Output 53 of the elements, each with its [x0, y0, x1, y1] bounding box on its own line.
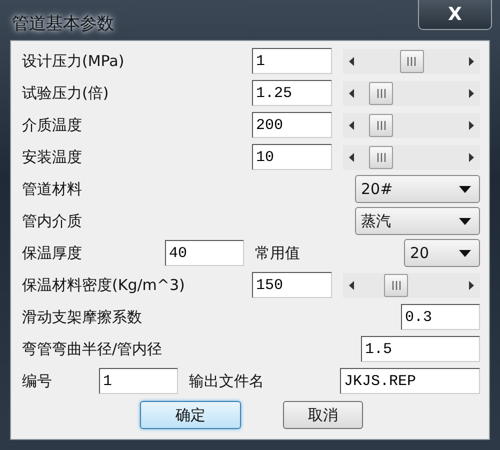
text-field[interactable]: 1 [99, 368, 178, 394]
scroll-left-icon[interactable] [349, 152, 354, 162]
field-label: 管内介质 [22, 210, 82, 232]
text-field[interactable]: 1.25 [252, 80, 332, 106]
scroll-left-icon[interactable] [349, 120, 354, 130]
scrollbar[interactable] [343, 272, 480, 298]
text-field[interactable]: 1 [252, 48, 332, 74]
field-label: 试验压力(倍) [22, 82, 109, 104]
field-label: 滑动支架摩擦系数 [22, 306, 142, 328]
slider-thumb[interactable] [400, 50, 424, 72]
text-field[interactable]: 1.5 [361, 336, 480, 362]
scroll-left-icon[interactable] [349, 56, 354, 66]
field-label: 管道材料 [22, 178, 82, 200]
text-field[interactable]: JKJS.REP [340, 368, 480, 394]
text-field[interactable]: 200 [252, 112, 332, 138]
field-label: 介质温度 [22, 114, 82, 136]
scroll-left-icon[interactable] [349, 88, 354, 98]
field-label: 安装温度 [22, 146, 82, 168]
close-button[interactable]: X [418, 0, 492, 30]
dropdown[interactable]: 20 [404, 239, 480, 267]
slider-thumb[interactable] [369, 114, 394, 136]
window-title: 管道基本参数 [11, 13, 114, 36]
slider-thumb[interactable] [384, 274, 408, 296]
dropdown-arrow-icon [459, 186, 471, 192]
scroll-left-icon[interactable] [349, 280, 354, 290]
scrollbar[interactable] [343, 48, 480, 74]
field-label: 保温厚度 [22, 242, 82, 264]
field-label: 常用值 [255, 242, 300, 264]
field-label: 弯管弯曲半径/管内径 [22, 338, 162, 360]
scroll-right-icon[interactable] [469, 280, 474, 290]
field-label: 保温材料密度(Kg/m^3) [22, 274, 185, 296]
scrollbar[interactable] [343, 80, 480, 106]
text-field[interactable]: 150 [252, 272, 332, 298]
dropdown[interactable]: 蒸汽 [355, 207, 480, 235]
scrollbar[interactable] [343, 112, 480, 138]
scroll-right-icon[interactable] [469, 120, 474, 130]
slider-thumb[interactable] [369, 82, 394, 104]
field-label: 编号 [22, 370, 52, 392]
slider-thumb[interactable] [369, 146, 394, 168]
dropdown-arrow-icon [459, 218, 471, 224]
ok-button[interactable]: 确定 [140, 401, 241, 429]
field-label: 输出文件名 [189, 370, 264, 392]
scroll-right-icon[interactable] [469, 56, 474, 66]
scrollbar[interactable] [343, 144, 480, 170]
text-field[interactable]: 0.3 [401, 304, 480, 330]
dropdown-arrow-icon [459, 250, 471, 256]
scroll-right-icon[interactable] [469, 88, 474, 98]
dropdown[interactable]: 20# [355, 175, 480, 203]
scroll-right-icon[interactable] [469, 152, 474, 162]
cancel-button[interactable]: 取消 [283, 401, 363, 429]
text-field[interactable]: 40 [165, 240, 244, 266]
field-label: 设计压力(MPa) [22, 50, 124, 72]
text-field[interactable]: 10 [252, 144, 332, 170]
